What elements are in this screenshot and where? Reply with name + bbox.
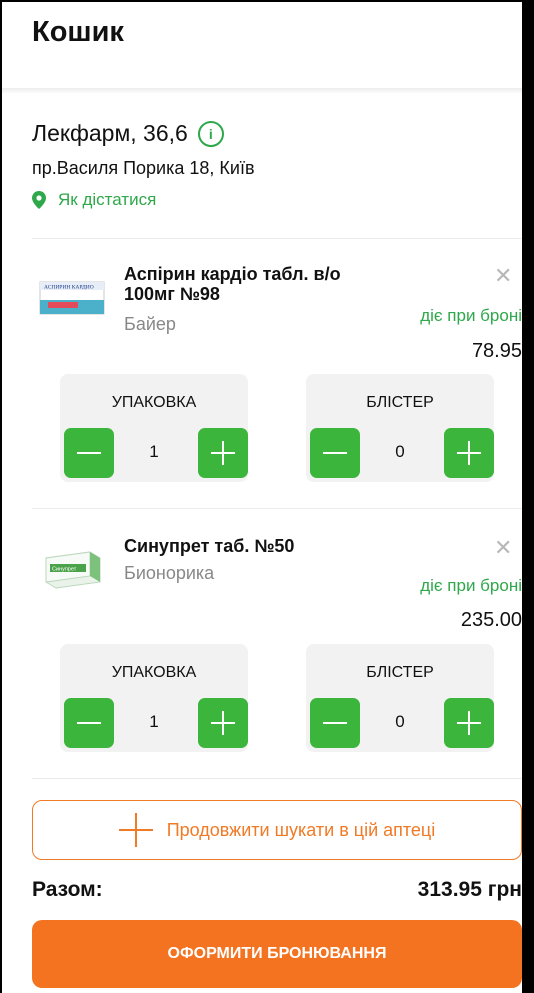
page-title: Кошик [32,16,124,48]
plus-icon [211,711,235,735]
product-maker: Бионорика [124,563,215,583]
product-price: 78.95 [471,340,522,362]
location-pin-icon [32,191,46,209]
info-icon[interactable]: i [197,120,224,147]
plus-icon [457,441,481,465]
blister-increment-button[interactable] [444,428,494,478]
plus-icon [118,813,153,847]
place-booking-button[interactable]: ОФОРМИТИ БРОНЮВАННЯ [32,920,522,988]
product-name: Синупрет таб. №50 [124,536,295,556]
blister-label: БЛІСТЕР [366,394,434,411]
sinupret-box-image: Синупрет [45,551,101,589]
package-label: УПАКОВКА [111,394,197,411]
plus-icon [457,711,481,735]
remove-item-icon[interactable]: ✕ [494,535,512,561]
directions-label: Як дістатися [58,190,157,209]
product-image[interactable]: АСПИРИН КАРДИО [38,274,108,324]
header-divider [2,88,522,94]
package-increment-button[interactable] [198,428,248,478]
item-divider [32,508,522,509]
aspirin-box-text: АСПИРИН КАРДИО [44,285,94,291]
cart-screen: Кошик Лекфарм, 36,6 i пр.Василя Порика 1… [2,2,522,993]
store-name: Лекфарм, 36,6 [32,120,188,146]
continue-shopping-label: Продовжити шукати в цій аптеці [166,819,436,840]
product-maker: Байер [124,314,176,334]
total-value: 313.95 грн [417,878,522,901]
aspirin-box-image: АСПИРИН КАРДИО [39,281,105,315]
directions-link[interactable]: Як дістатися [32,190,156,210]
product-price: 235.00 [460,609,522,631]
remove-item-icon[interactable]: ✕ [494,263,512,289]
continue-shopping-button[interactable]: Продовжити шукати в цій аптеці [32,800,522,860]
sinupret-box-text: Синупрет [52,567,77,573]
blister-increment-button[interactable] [444,698,494,748]
blister-quantity-control: БЛІСТЕР 0 [306,644,494,752]
section-divider [32,238,522,239]
package-quantity-control: УПАКОВКА 1 [60,644,248,752]
screen-frame-right [522,0,534,993]
reserve-note: діє при броні [420,306,522,325]
package-quantity-control: УПАКОВКА 1 [60,374,248,482]
store-name-row: Лекфарм, 36,6 i [32,120,224,147]
reserve-note: діє при броні [420,576,522,595]
blister-label: БЛІСТЕР [366,664,434,681]
blister-quantity-control: БЛІСТЕР 0 [306,374,494,482]
package-increment-button[interactable] [198,698,248,748]
store-address: пр.Василя Порика 18, Київ [32,158,255,178]
total-label: Разом: [32,878,103,901]
product-name: Аспірин кардіо табл. в/о 100мг №98 [124,264,341,304]
item-divider [32,778,522,779]
package-label: УПАКОВКА [111,664,197,681]
product-image[interactable]: Синупрет [38,544,108,594]
plus-icon [211,441,235,465]
